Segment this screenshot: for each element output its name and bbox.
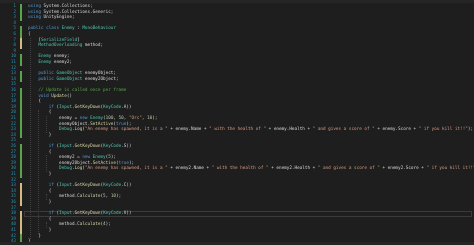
code-token: ); bbox=[467, 127, 474, 133]
code-token: .V)) bbox=[121, 211, 132, 217]
code-token: true bbox=[115, 121, 127, 127]
code-token: SetActive bbox=[90, 121, 114, 127]
code-token: .A)) bbox=[121, 104, 132, 110]
code-token: new bbox=[79, 116, 91, 121]
code-token: GameObject bbox=[56, 76, 83, 82]
code-token: ); bbox=[105, 222, 111, 228]
code-token: + enemy.Name + bbox=[167, 127, 210, 133]
code-token: public class bbox=[28, 26, 62, 32]
code-token: public bbox=[28, 71, 57, 77]
code-token: Input bbox=[59, 144, 72, 149]
code-token: KeyCode bbox=[103, 183, 122, 189]
code-token: Calculate bbox=[77, 194, 101, 200]
code-token: Enemy bbox=[92, 155, 106, 161]
code-token: MonoBehaviour bbox=[82, 26, 116, 32]
code-token: method. bbox=[28, 194, 78, 200]
code-token: Input bbox=[59, 104, 72, 110]
code-token: GetKeyDown bbox=[74, 211, 101, 217]
code-token: " if you kill it!!" bbox=[418, 127, 468, 133]
code-token: { bbox=[28, 149, 52, 155]
code-token: Enemy bbox=[38, 60, 52, 65]
code-token: if bbox=[28, 211, 54, 217]
code-token: GetKeyDown bbox=[74, 144, 101, 149]
code-token: + enemy2.Health + bbox=[268, 166, 318, 172]
code-token: enemyObject; bbox=[82, 71, 116, 77]
code-token: MethodOverloading bbox=[38, 43, 83, 49]
code-token: System.Collections.Generic; bbox=[40, 9, 114, 15]
code-token: .S)) bbox=[121, 144, 132, 149]
code-token: method. bbox=[28, 222, 78, 228]
code-token: enemy = bbox=[28, 116, 80, 121]
code-token: enemy2; bbox=[51, 60, 72, 65]
code-editor[interactable]: 1 using System.Collections; 2 using System.… bbox=[0, 0, 474, 245]
code-token: System.Collections; bbox=[40, 4, 93, 9]
code-token: Debug bbox=[28, 127, 72, 133]
code-token: new bbox=[82, 155, 93, 161]
code-token: enemy2 = bbox=[28, 155, 83, 161]
code-token: Update bbox=[51, 93, 67, 99]
code-token: enemyObject. bbox=[28, 121, 91, 127]
code-token: ); bbox=[126, 121, 132, 127]
code-token: [ bbox=[28, 37, 41, 43]
code-token: method; bbox=[82, 43, 104, 49]
code-token: GameObject bbox=[56, 71, 83, 77]
code-token: public bbox=[28, 76, 57, 82]
code-token: SerializeField bbox=[40, 37, 78, 43]
editor-top-bar bbox=[0, 0, 474, 3]
code-token: if bbox=[28, 183, 54, 189]
code-token: Input bbox=[59, 183, 72, 189]
code-token: GetKeyDown bbox=[74, 104, 101, 110]
code-token: KeyCode bbox=[103, 104, 122, 110]
code-token: } bbox=[28, 233, 41, 239]
code-token: "An enemy has spawned, it is a " bbox=[84, 166, 168, 172]
code-token: Input bbox=[59, 211, 72, 217]
code-token: Enemy bbox=[38, 54, 52, 60]
code-token: KeyCode bbox=[103, 144, 122, 149]
code-token: " with the health of " bbox=[209, 127, 267, 133]
code-token: () bbox=[66, 93, 73, 99]
code-token: if bbox=[28, 144, 54, 149]
code-token: using bbox=[28, 4, 41, 9]
code-token: } bbox=[28, 172, 52, 177]
code-token: // Update is called once per frame bbox=[28, 88, 127, 93]
code-token: using bbox=[28, 9, 41, 15]
code-token: ); bbox=[116, 194, 122, 200]
code-token: using bbox=[28, 15, 41, 21]
code-token: enemy2Object; bbox=[82, 76, 119, 82]
code-token: { bbox=[28, 110, 52, 116]
code-token: } bbox=[28, 200, 52, 205]
code-token: { bbox=[28, 32, 31, 37]
code-token: " and gives a score of " bbox=[317, 166, 380, 172]
code-token: UnityEngine; bbox=[40, 15, 75, 21]
code-token: + enemy.Score + bbox=[374, 127, 419, 133]
code-token: GetKeyDown bbox=[74, 183, 101, 189]
code-token: } bbox=[28, 132, 52, 138]
code-token: enemy; bbox=[51, 54, 70, 60]
code-token: "An enemy has spawned, it is a " bbox=[84, 127, 168, 133]
code-token: " and gives a score of " bbox=[312, 127, 375, 133]
code-token: + enemy2.Name + bbox=[167, 166, 212, 172]
code-token: "Orc" bbox=[128, 116, 142, 121]
code-token: Enemy bbox=[61, 26, 75, 32]
code-token: { bbox=[28, 99, 41, 105]
code-token: " with the health of " bbox=[211, 166, 269, 172]
code-token: KeyCode bbox=[103, 211, 122, 217]
code-token: Enemy bbox=[90, 116, 104, 121]
code-token: .C)) bbox=[121, 183, 132, 189]
code-token: ); bbox=[110, 155, 116, 161]
code-token: } bbox=[28, 228, 52, 233]
code-token: ] bbox=[77, 37, 80, 43]
code-token: + enemy.Health + bbox=[266, 127, 313, 133]
code-token: Calculate bbox=[77, 222, 101, 228]
code-token: Debug bbox=[28, 166, 72, 172]
code-token: void bbox=[28, 93, 52, 99]
code-token: ); bbox=[152, 116, 158, 121]
code-token: " if you kill it!!" bbox=[426, 166, 474, 172]
code-token: + enemy2.Score + bbox=[379, 166, 427, 172]
